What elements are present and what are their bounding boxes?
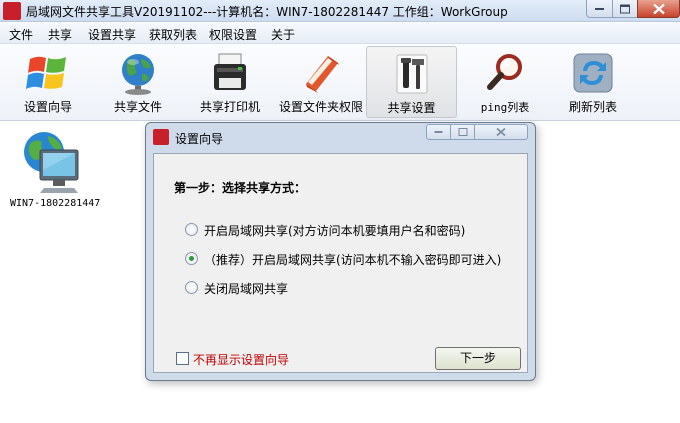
computer-list-item[interactable]: WIN7-1802281447 [10,128,110,214]
menu-get-list[interactable]: 获取列表 [149,26,197,43]
dialog-close-button[interactable] [474,124,528,140]
window-title: 局域网文件共享工具V20191102---计算机名：WIN7-180228144… [26,5,508,19]
menu-file[interactable]: 文件 [9,26,33,43]
share-printer-label: 共享打印机 [199,100,260,114]
setup-wizard-dialog: 设置向导 第一步：选择共享方式： 开启局域网共享(对方访问本机要填用户名和密码)… [145,122,536,381]
folder-permission-label: 设置文件夹权限 [278,100,363,114]
next-step-button[interactable]: 下一步 [435,347,521,370]
close-icon [496,127,506,137]
option-label: 关闭局域网共享 [204,282,289,296]
ping-list-button[interactable]: ping列表 [472,46,538,118]
network-computer-icon [24,132,79,193]
printer-icon [214,53,246,90]
menu-about[interactable]: 关于 [271,26,295,43]
share-printer-button[interactable]: 共享打印机 [194,46,266,118]
minimize-icon [434,131,442,133]
dialog-title: 设置向导 [175,132,224,146]
tools-icon [396,54,427,94]
dialog-app-icon [153,129,169,145]
dialog-body: 第一步：选择共享方式： 开启局域网共享(对方访问本机要填用户名和密码) （推荐）… [153,153,528,373]
step-title: 第一步：选择共享方式： [174,181,307,195]
maximize-icon [620,4,630,13]
dont-show-label: 不再显示设置向导 [193,353,290,367]
share-settings-button[interactable]: 共享设置 [366,46,457,118]
share-settings-label: 共享设置 [387,101,436,115]
share-files-label: 共享文件 [113,100,162,114]
dont-show-checkbox[interactable] [176,352,189,365]
refresh-list-label: 刷新列表 [568,100,617,114]
maximize-button[interactable] [612,0,638,18]
folder-book-icon [306,56,339,93]
dialog-minimize-button[interactable] [426,124,451,140]
option-label: 开启局域网共享(对方访问本机要填用户名和密码) [204,224,466,238]
refresh-icon [573,53,613,93]
share-files-button[interactable]: 共享文件 [105,46,171,118]
title-bar: 局域网文件共享工具V20191102---计算机名：WIN7-180228144… [0,0,680,22]
globe-icon [122,54,154,95]
radio-button-selected[interactable] [185,252,198,265]
computer-name: WIN7-1802281447 [10,198,101,209]
close-icon [652,3,665,14]
menu-permission-settings[interactable]: 权限设置 [209,26,257,43]
radio-button[interactable] [185,281,198,294]
radio-button[interactable] [185,223,198,236]
toolbar: 设置向导 共享文件 共享打印机 设置文件夹权限 共享设置 ping列表 刷新列表 [0,44,680,121]
app-logo-icon [3,2,21,20]
menu-share-settings[interactable]: 设置共享 [88,26,136,43]
setup-wizard-label: 设置向导 [23,100,72,114]
folder-permission-button[interactable]: 设置文件夹权限 [276,46,366,118]
magnifier-icon [487,54,522,90]
menu-share[interactable]: 共享 [48,26,72,43]
ping-list-label: ping列表 [480,101,530,114]
refresh-list-button[interactable]: 刷新列表 [560,46,626,118]
setup-wizard-button[interactable]: 设置向导 [15,46,81,118]
minimize-button[interactable] [586,0,613,18]
option-label: （推荐）开启局域网共享(访问本机不输入密码即可进入) [204,253,502,267]
dialog-maximize-button[interactable] [450,124,475,140]
close-button[interactable] [637,0,680,18]
windows-logo-icon [26,56,66,89]
maximize-icon [458,128,467,136]
minimize-icon [594,7,604,10]
menu-bar: 文件 共享 设置共享 获取列表 权限设置 关于 [0,23,680,44]
